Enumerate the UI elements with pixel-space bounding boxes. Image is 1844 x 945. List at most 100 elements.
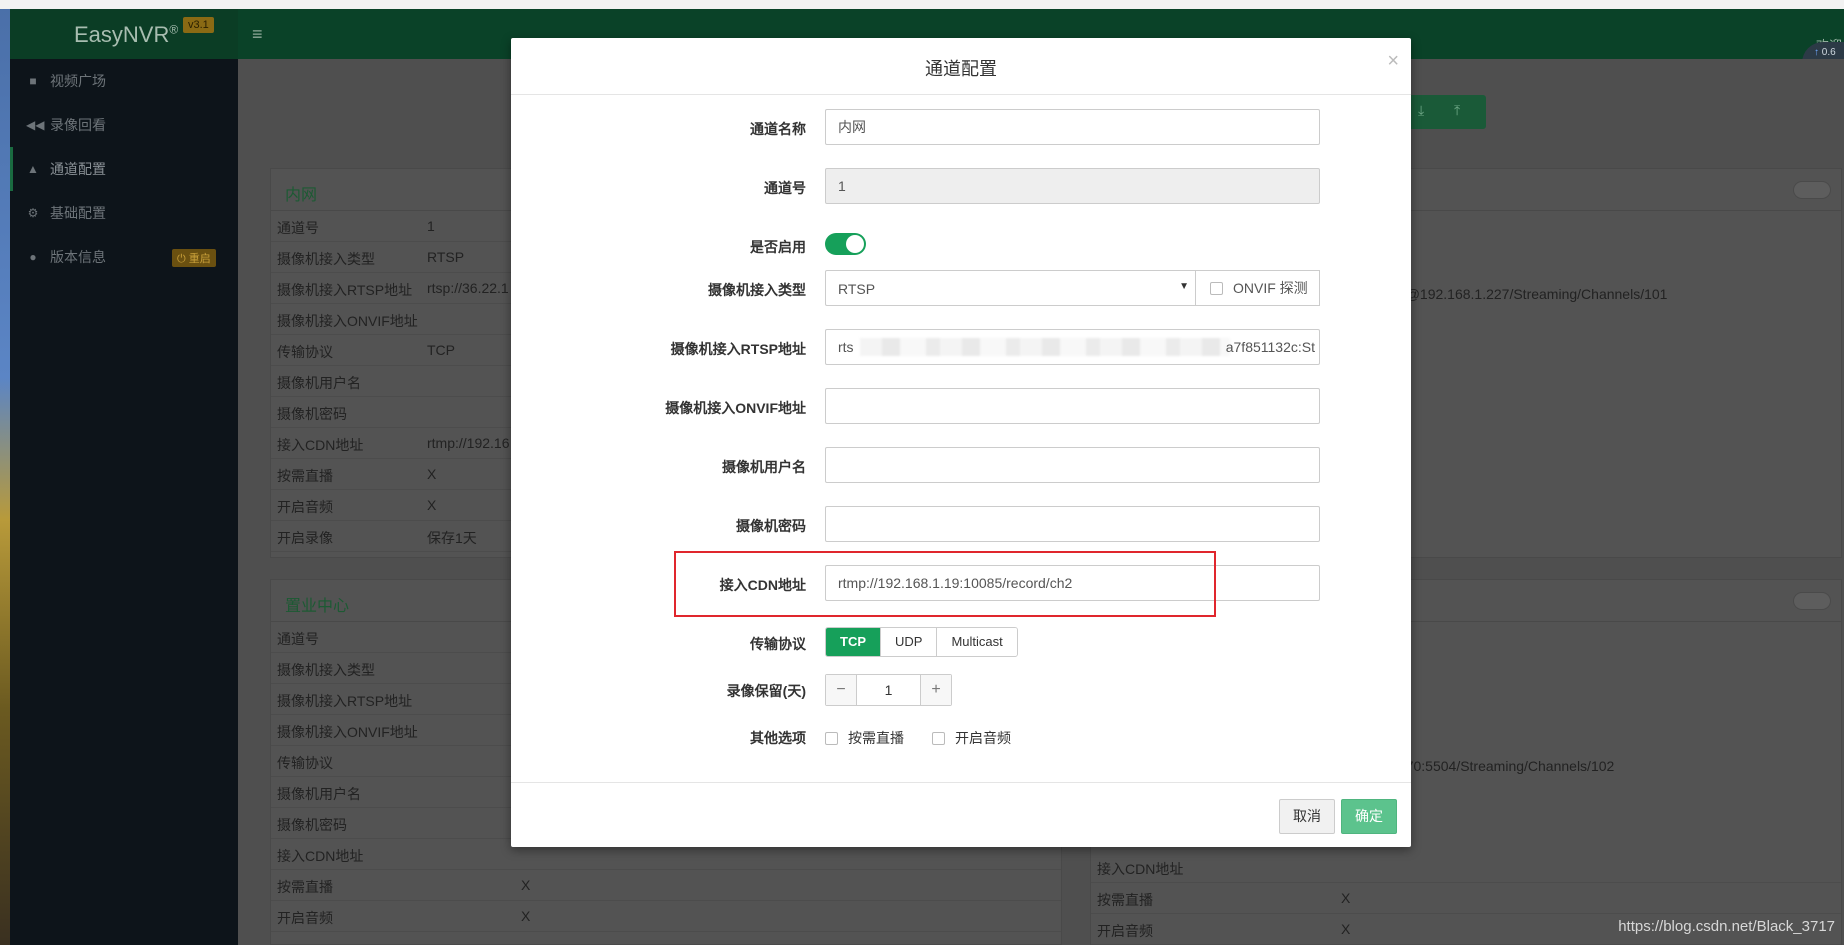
record-days-stepper: − 1 +: [825, 674, 952, 706]
enable-audio-checkbox[interactable]: 开启音频: [932, 728, 1011, 748]
sidebar-item-playback[interactable]: ◀◀ 录像回看: [10, 103, 238, 147]
password-label: 摄像机密码: [736, 518, 806, 534]
enable-toggle[interactable]: [1793, 181, 1831, 199]
protocol-multicast-button[interactable]: Multicast: [937, 628, 1017, 656]
sidebar-item-label: 版本信息: [50, 249, 106, 265]
row-key: 开启音频: [277, 499, 333, 515]
enabled-switch[interactable]: [825, 233, 866, 255]
row-key: 摄像机接入类型: [277, 251, 375, 267]
modal-title: 通道配置: [925, 59, 997, 79]
row-key: 按需直播: [1097, 892, 1153, 908]
restart-badge[interactable]: ⏻ 重启: [172, 249, 216, 267]
close-icon[interactable]: ×: [1387, 50, 1399, 73]
table-row: 开启音频 X: [271, 901, 1061, 932]
gears-icon: ⚙: [27, 206, 39, 220]
video-camera-icon: ■: [29, 74, 37, 88]
plus-button[interactable]: +: [921, 675, 951, 705]
username-label: 摄像机用户名: [722, 459, 806, 475]
menu-icon[interactable]: ≡: [252, 24, 263, 45]
checkbox-icon: [825, 731, 838, 745]
password-input[interactable]: [825, 506, 1320, 542]
row-key: 接入CDN地址: [1097, 861, 1184, 877]
record-days-label: 录像保留(天): [726, 683, 806, 699]
row-key: 摄像机接入RTSP地址: [277, 693, 413, 709]
protocol-tcp-button[interactable]: TCP: [826, 628, 881, 656]
form-row-channel-name: 通道名称: [511, 109, 1411, 145]
channel-number-input[interactable]: [825, 168, 1320, 204]
row-key: 摄像机接入RTSP地址: [277, 282, 413, 298]
protocol-button-group: TCP UDP Multicast: [825, 627, 1018, 657]
row-key: 通道号: [277, 220, 319, 236]
onvif-address-label: 摄像机接入ONVIF地址: [665, 400, 806, 416]
minus-button[interactable]: −: [826, 675, 856, 705]
row-key: 传输协议: [277, 344, 333, 360]
row-key: 摄像机接入ONVIF地址: [277, 724, 418, 740]
channel-number-label: 通道号: [764, 180, 806, 196]
version-badge: v3.1: [183, 17, 214, 33]
download-icon[interactable]: ⤓: [1418, 102, 1424, 119]
row-key: 传输协议: [277, 755, 333, 771]
row-value: rtmp://192.16: [427, 435, 510, 451]
app-name: EasyNVR®: [74, 22, 179, 47]
toolbar-buttons: ⤓ ⤒: [1398, 95, 1486, 129]
row-value: X: [521, 908, 531, 924]
row-value: rtsp://36.22.1: [427, 280, 509, 296]
onvif-address-input[interactable]: [825, 388, 1320, 424]
other-options-label: 其他选项: [750, 730, 806, 746]
row-key: 接入CDN地址: [277, 848, 364, 864]
annotation-highlight-box: [674, 551, 1216, 617]
modal-header: 通道配置 ×: [511, 38, 1411, 95]
username-input[interactable]: [825, 447, 1320, 483]
on-demand-live-checkbox[interactable]: 按需直播: [825, 728, 904, 748]
row-value: 1: [427, 218, 435, 234]
row-value: X: [427, 466, 437, 482]
brand[interactable]: EasyNVR® v3.1: [10, 9, 238, 59]
upload-icon[interactable]: ⤒: [1454, 102, 1460, 119]
row-value: X: [427, 497, 437, 513]
sidebar-item-basic-config[interactable]: ⚙ 基础配置: [10, 191, 238, 235]
panel-title: 内网: [285, 187, 318, 204]
sidebar-item-label: 录像回看: [50, 117, 106, 133]
row-key: 摄像机接入ONVIF地址: [277, 313, 418, 329]
form-row-access-type: 摄像机接入类型 RTSP ▼ ONVIF 探测: [511, 270, 1411, 306]
access-type-select[interactable]: RTSP ▼: [825, 270, 1196, 306]
protocol-udp-button[interactable]: UDP: [881, 628, 938, 656]
row-value: X: [1341, 921, 1351, 937]
browser-top-strip: [0, 0, 1844, 9]
sidebar: ■ 视频广场 ◀◀ 录像回看 ▲ 通道配置 ⚙ 基础配置 ● 版本信息 ⏻ 重启: [10, 59, 238, 945]
row-key: 开启音频: [1097, 923, 1153, 939]
form-row-onvif-address: 摄像机接入ONVIF地址: [511, 388, 1411, 424]
protocol-label: 传输协议: [750, 636, 806, 652]
access-type-label: 摄像机接入类型: [708, 282, 806, 298]
info-circle-icon: ●: [29, 250, 37, 264]
record-days-value[interactable]: 1: [856, 675, 921, 705]
other-options: 按需直播 开启音频: [825, 728, 1039, 748]
sidebar-item-channel-config[interactable]: ▲ 通道配置: [10, 147, 238, 191]
confirm-button[interactable]: 确定: [1341, 799, 1397, 834]
sidebar-item-label: 通道配置: [50, 161, 106, 177]
channel-name-input[interactable]: [825, 109, 1320, 145]
form-row-username: 摄像机用户名: [511, 447, 1411, 483]
enabled-label: 是否启用: [750, 239, 806, 255]
table-row: 接入CDN地址: [1091, 852, 1841, 883]
form-row-channel-number: 通道号: [511, 168, 1411, 204]
form-row-password: 摄像机密码: [511, 506, 1411, 542]
form-row-enabled: 是否启用: [511, 227, 1411, 263]
row-value: X: [1341, 890, 1351, 906]
rewind-icon: ◀◀: [26, 118, 45, 132]
cancel-button[interactable]: 取消: [1279, 799, 1335, 834]
rtsp-address-input[interactable]: rts a7f851132c:St: [825, 329, 1320, 365]
sidebar-item-version-info[interactable]: ● 版本信息 ⏻ 重启: [10, 235, 238, 279]
net-upload: 0.6: [1821, 47, 1836, 58]
row-key: 开启录像: [277, 530, 333, 546]
enable-toggle[interactable]: [1793, 592, 1831, 610]
checkbox-icon: [1210, 281, 1223, 295]
row-key: 摄像机密码: [277, 817, 347, 833]
channel-config-modal: 通道配置 × 通道名称 通道号 是否启用 摄像机接入类型 RTSP ▼ ONVI…: [511, 38, 1411, 847]
onvif-probe-checkbox[interactable]: ONVIF 探测: [1196, 270, 1320, 306]
sidebar-item-video-square[interactable]: ■ 视频广场: [10, 59, 238, 103]
channel-name-label: 通道名称: [750, 121, 806, 137]
row-value: 保存1天: [427, 530, 477, 546]
switch-knob: [846, 235, 864, 253]
road-icon: ▲: [27, 162, 39, 176]
